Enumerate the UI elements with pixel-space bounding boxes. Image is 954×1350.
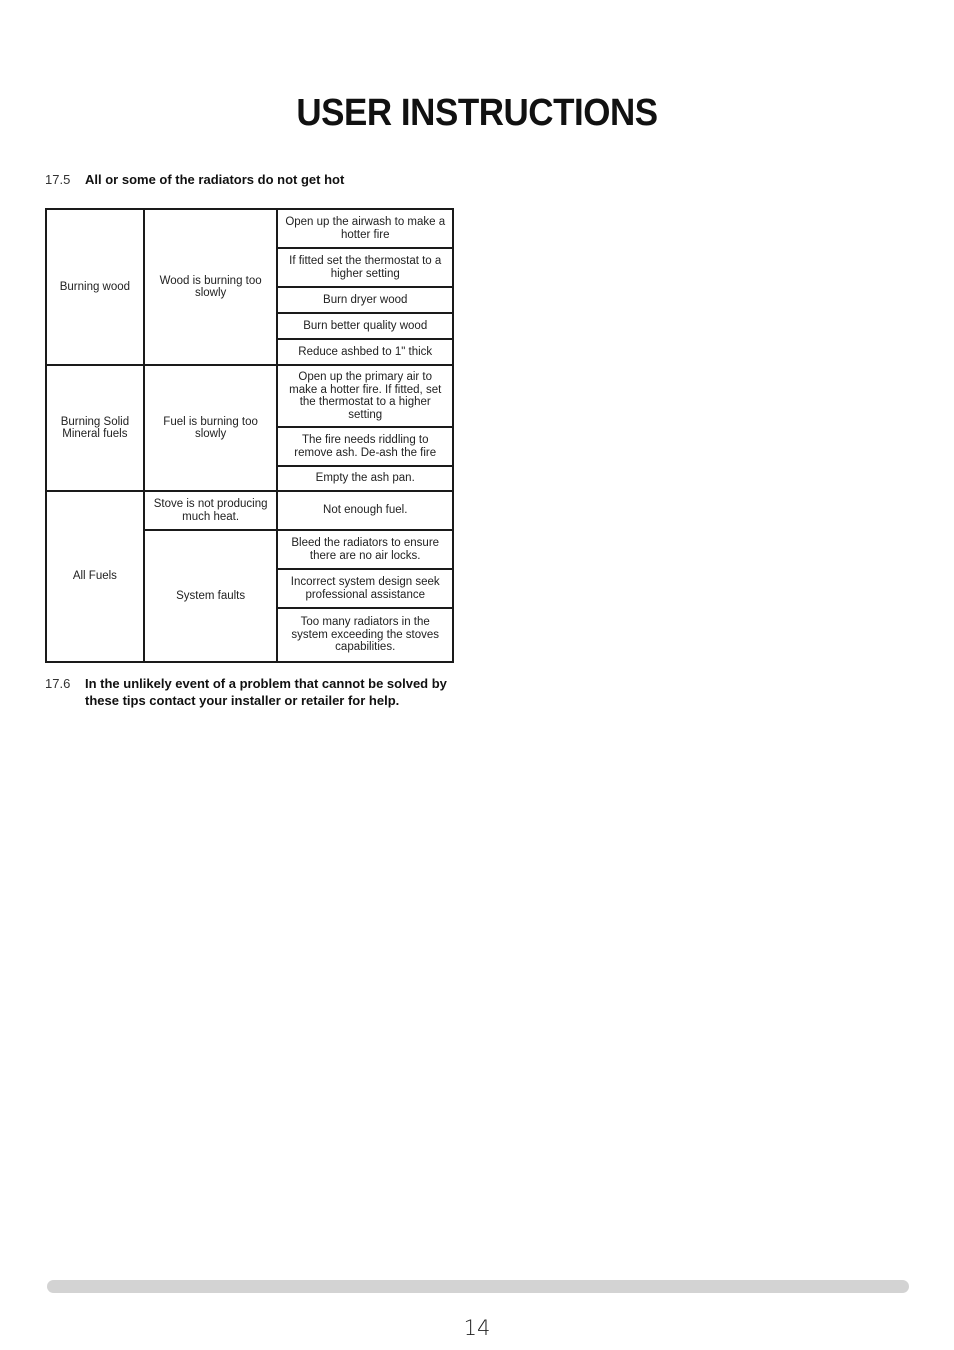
section-title: All or some of the radiators do not get … [85,172,345,187]
problem-cell: Fuel is burning too slowly [142,364,279,492]
page-title: USER INSTRUCTIONS [296,92,658,134]
section-number: 17.6 [45,676,71,691]
table-row: Burning Solid Mineral fuels Fuel is burn… [45,364,454,492]
remedy-cell: Open up the primary air to make a hotter… [276,364,454,428]
section-text: In the unlikely event of a problem that … [85,676,447,708]
fuel-cell: Burning Solid Mineral fuels [45,364,145,492]
fuel-cell: Burning wood [45,208,145,366]
page-number: 14 [463,1316,491,1340]
table-row: All Fuels Stove is not producing much he… [45,490,454,663]
section-17-5-heading: 17.5 All or some of the radiators do not … [45,172,344,187]
troubleshooting-table: Burning wood Wood is burning too slowly … [45,208,454,663]
problem-cell: System faults [142,529,279,663]
section-17-6: 17.6 In the unlikely event of a problem … [45,675,465,709]
remedy-cell: Not enough fuel. [276,490,454,531]
remedy-cell: If fitted set the thermostat to a higher… [276,247,454,288]
remedy-cell: Incorrect system design seek professiona… [276,568,454,609]
remedy-cell: Reduce ashbed to 1" thick [276,338,454,366]
remedy-cell: Burn better quality wood [276,312,454,340]
problem-cell: Wood is burning too slowly [142,208,279,366]
remedy-cell: Burn dryer wood [276,286,454,314]
table-row: Burning wood Wood is burning too slowly … [45,208,454,366]
remedy-cell: Bleed the radiators to ensure there are … [276,529,454,570]
remedy-cell: The fire needs riddling to remove ash. D… [276,426,454,467]
fuel-cell: All Fuels [45,490,145,663]
remedy-cell: Empty the ash pan. [276,465,454,492]
remedy-cell: Too many radiators in the system exceedi… [276,607,454,663]
remedy-cell: Open up the airwash to make a hotter fir… [276,208,454,249]
problem-cell: Stove is not producing much heat. [142,490,279,531]
footer-divider-bar [47,1280,909,1293]
section-number: 17.5 [45,172,71,187]
